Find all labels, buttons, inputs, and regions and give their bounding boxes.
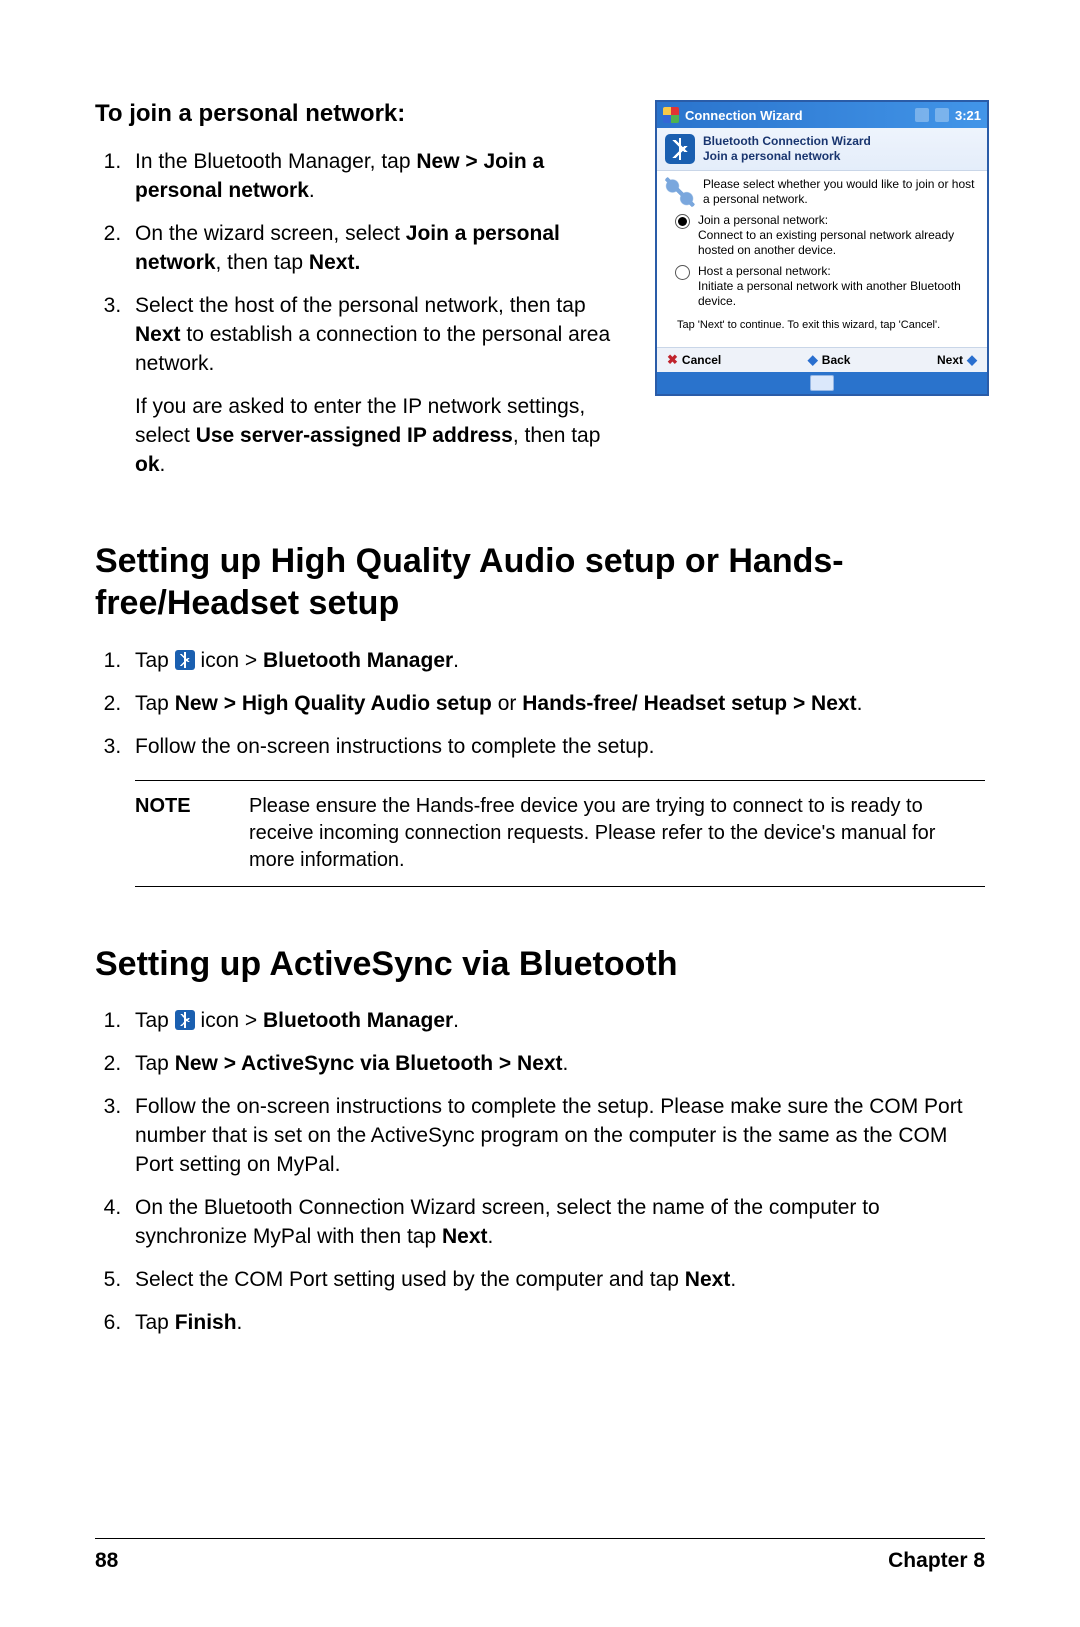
bluetooth-icon: [175, 650, 195, 670]
section2-steps: Tap icon > Bluetooth Manager. Tap New > …: [95, 647, 985, 762]
wizard-screenshot: Connection Wizard 3:21 Bluetooth Connect…: [655, 100, 989, 396]
radio-checked-icon[interactable]: [675, 214, 690, 229]
wizard-titlebar: Connection Wizard 3:21: [657, 102, 987, 128]
section1-steps: In the Bluetooth Manager, tap New > Join…: [95, 148, 627, 480]
next-arrow-icon: ◆: [967, 352, 977, 368]
option-desc: Initiate a personal network with another…: [698, 279, 975, 309]
wizard-option-join[interactable]: Join a personal network: Connect to an e…: [675, 213, 975, 258]
windows-flag-icon: [663, 107, 679, 123]
list-item: Tap icon > Bluetooth Manager.: [127, 647, 985, 676]
wizard-header-line1: Bluetooth Connection Wizard: [703, 134, 871, 149]
option-title: Host a personal network:: [698, 264, 975, 279]
section3-heading: Setting up ActiveSync via Bluetooth: [95, 943, 985, 986]
wizard-lead-text: Please select whether you would like to …: [703, 177, 977, 207]
note-text: Please ensure the Hands-free device you …: [249, 793, 985, 874]
chapter-label: Chapter 8: [888, 1549, 985, 1573]
section1-followup: If you are asked to enter the IP network…: [135, 393, 627, 480]
list-item: In the Bluetooth Manager, tap New > Join…: [127, 148, 627, 206]
list-item: On the wizard screen, select Join a pers…: [127, 220, 627, 278]
tray-antenna-icon: [915, 108, 929, 122]
note-block: NOTE Please ensure the Hands-free device…: [135, 780, 985, 887]
cancel-icon: ✖: [667, 352, 678, 368]
page-footer: 88 Chapter 8: [95, 1538, 985, 1573]
back-button[interactable]: ◆Back: [808, 352, 851, 368]
list-item: Tap Finish.: [127, 1309, 985, 1338]
bluetooth-icon: [175, 1010, 195, 1030]
wizard-hint: Tap 'Next' to continue. To exit this wiz…: [677, 319, 975, 333]
note-label: NOTE: [135, 793, 205, 874]
section2-heading: Setting up High Quality Audio setup or H…: [95, 540, 985, 625]
list-item: Follow the on-screen instructions to com…: [127, 1093, 985, 1180]
wizard-header-line2: Join a personal network: [703, 149, 871, 164]
keyboard-icon[interactable]: [810, 375, 834, 391]
document-page: To join a personal network: In the Bluet…: [0, 0, 1080, 1627]
option-desc: Connect to an existing personal network …: [698, 228, 975, 258]
list-item: Tap New > ActiveSync via Bluetooth > Nex…: [127, 1050, 985, 1079]
clock: 3:21: [955, 108, 981, 123]
list-item: On the Bluetooth Connection Wizard scree…: [127, 1194, 985, 1252]
wizard-title: Connection Wizard: [685, 108, 803, 123]
radio-unchecked-icon[interactable]: [675, 265, 690, 280]
cancel-button[interactable]: ✖Cancel: [667, 352, 721, 368]
tray-speaker-icon: [935, 108, 949, 122]
section1-heading: To join a personal network:: [95, 100, 627, 128]
wizard-option-host[interactable]: Host a personal network: Initiate a pers…: [675, 264, 975, 309]
back-arrow-icon: ◆: [808, 352, 818, 368]
list-item: Select the COM Port setting used by the …: [127, 1266, 985, 1295]
page-number: 88: [95, 1549, 118, 1573]
section3-steps: Tap icon > Bluetooth Manager. Tap New > …: [95, 1007, 985, 1338]
list-item: Select the host of the personal network,…: [127, 292, 627, 480]
wizard-header: Bluetooth Connection Wizard Join a perso…: [657, 128, 987, 171]
network-icon: [665, 177, 695, 207]
sip-bar[interactable]: [657, 372, 987, 394]
list-item: Tap New > High Quality Audio setup or Ha…: [127, 690, 985, 719]
option-title: Join a personal network:: [698, 213, 975, 228]
list-item: Follow the on-screen instructions to com…: [127, 733, 985, 762]
bluetooth-icon: [665, 134, 695, 164]
next-button[interactable]: Next◆: [937, 352, 977, 368]
list-item: Tap icon > Bluetooth Manager.: [127, 1007, 985, 1036]
